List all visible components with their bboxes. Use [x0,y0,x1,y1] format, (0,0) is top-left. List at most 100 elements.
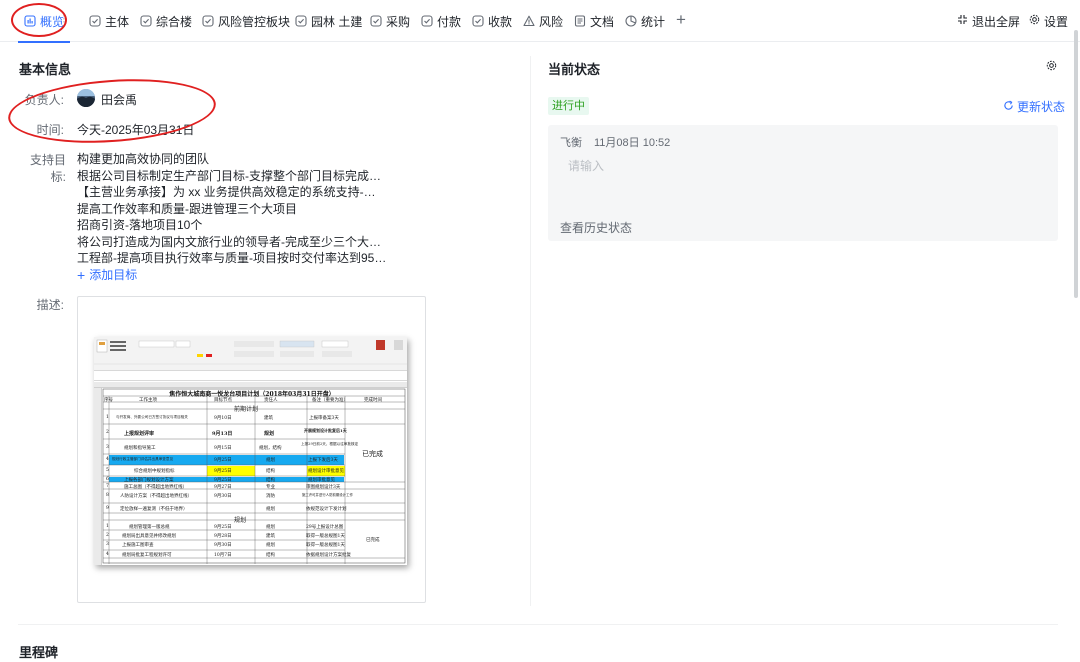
tab-bar: 概览 ⁝ 主体 综合楼 风险管控板块 园林 土建 采购 付款 收款 风险 文档 … [0,0,1080,43]
tab-procurement[interactable]: 采购 [370,0,410,42]
owner-name[interactable]: 田会禹 [101,91,137,108]
tab-payment[interactable]: 付款 [421,0,461,42]
sheet-cell: 1 [106,415,109,420]
sheet-cell: 人防设计方案（不得超出地界红线） [120,494,192,499]
sheet-cell: 依据规划设计方案批复 [306,553,351,558]
add-tab-button[interactable]: + [672,10,690,29]
owner-label: 负责人: [24,93,64,107]
tab-complex-building[interactable]: 综合楼 [140,0,192,42]
sheet-cell: 专业 [266,485,275,490]
tab-label: 综合楼 [156,14,193,29]
sheet-cell: 取得一版总规图1天 [306,534,345,539]
sheet-cell: 规划，结构 [259,446,282,451]
sheet-cell: 建筑 [266,534,275,539]
plus-icon: + [676,10,686,29]
tab-label: 付款 [437,14,462,29]
sheet-cell: 规划局批复工程规划许可 [122,553,172,558]
settings-label: 设置 [1044,14,1069,29]
spreadsheet-section: 前期计划 [234,406,259,413]
tab-label: 园林 土建 [311,14,363,29]
add-goal-button[interactable]: + 添加目标 [77,267,387,284]
sheet-cell: 建筑 [264,416,273,421]
tab-label: 文档 [590,14,615,29]
sheet-cell: 7 [106,484,109,489]
tab-overview[interactable]: 概览 [17,0,71,43]
tab-statistics[interactable]: 统计 [625,0,665,42]
goal-item[interactable]: 提高工作效率和质量-跟进管理三个大项目 [77,201,387,218]
avatar[interactable] [77,89,95,107]
update-status-button[interactable]: 更新状态 [1003,98,1065,115]
exit-fullscreen-button[interactable]: 退出全屏 [957,0,1020,42]
view-history-link[interactable]: 查看历史状态 [560,219,632,236]
page-scrollbar[interactable] [1074,30,1078,298]
description-box[interactable]: 焦作恒大城南商一悦龙台项目计划（2018年03月31日开盘） 序号 工作主项 目… [77,296,426,603]
settings-button[interactable]: 设置 [1029,0,1068,42]
spreadsheet-header: 序号 [104,398,113,403]
goal-item[interactable]: 工程部-提高项目执行效率与质量-项目按时交付率达到95%以... [77,250,387,267]
sheet-cell: 结构 [266,469,275,474]
sheet-cell: 规划审批意见 [308,478,335,483]
sheet-cell: 上报各部门规划设计方案 [124,478,174,483]
sheet-cell: 9月30日 [214,543,232,548]
goal-item[interactable]: 招商引资-落地项目10个 [77,217,387,234]
check-square-icon [295,15,307,27]
status-card: 飞衡 11月08日 10:52 请输入 查看历史状态 [548,125,1058,241]
add-goal-label: 添加目标 [89,267,138,282]
sheet-cell: 4 [106,457,109,462]
sheet-cell: 与开发商、外委公司已方签订协议与项目相关 [116,415,188,419]
refresh-icon [1003,100,1014,114]
tab-subject[interactable]: 主体 [89,0,129,42]
tab-landscape-civil[interactable]: 园林 土建 [295,0,362,42]
current-status-title: 当前状态 [548,62,601,77]
goal-item[interactable]: 根据公司目标制定生产部门目标-支撑整个部门目标完成的关键... [77,168,387,185]
sheet-cell: 施工许可并进行人防前期设计工作 [302,493,353,497]
tab-label: 主体 [105,14,130,29]
status-settings-button[interactable] [1046,60,1057,74]
status-timestamp: 11月08日 10:52 [594,137,671,149]
tab-label: 统计 [641,14,666,29]
sheet-cell: 取得一版总规图1天 [306,543,345,548]
gear-icon [1029,14,1040,28]
time-value[interactable]: 今天-2025年03月31日 [77,121,194,138]
sheet-cell: 规划和指导施工 [124,446,156,451]
tab-documents[interactable]: 文档 [574,0,614,42]
spreadsheet-ribbon [94,337,407,371]
basic-info-title: 基本信息 [19,62,72,77]
sheet-cell: 规划 [266,458,275,463]
column-divider [530,56,531,606]
sheet-cell: 上报施工图审查 [122,543,154,548]
sheet-cell: 规划 [266,507,275,512]
goal-list: 构建更加高效协同的团队 根据公司目标制定生产部门目标-支撑整个部门目标完成的关键… [77,151,387,283]
tab-risk-control[interactable]: 风险管控板块 [202,0,290,42]
spreadsheet-image[interactable]: 焦作恒大城南商一悦龙台项目计划（2018年03月31日开盘） 序号 工作主项 目… [94,337,407,565]
spreadsheet-header: 备注（重要为准） [312,398,348,403]
sheet-cell: 9月25日 [214,525,232,530]
sheet-cell: 9月25日 [214,478,232,483]
sheet-cell: 规划 [266,525,275,530]
exit-fullscreen-label: 退出全屏 [972,14,1021,29]
sheet-cell: 消防 [266,494,275,499]
chart-pie-icon [625,15,637,27]
spreadsheet-formula-bar [94,372,407,381]
sheet-cell: 规划局出具意见并修改规划 [122,534,176,539]
check-square-icon [140,15,152,27]
sheet-cell: 9月15日 [214,446,232,451]
sheet-cell: 上报规划评审 [124,431,155,437]
sheet-cell: 9月13日 [212,431,233,437]
goal-item[interactable]: 构建更加高效协同的团队 [77,151,387,168]
warning-triangle-icon [523,15,535,27]
check-square-icon [421,15,433,27]
tab-risk[interactable]: 风险 [523,0,563,42]
sheet-cell: 5 [106,468,109,473]
section-divider [18,624,1058,625]
sheet-cell: 10月7日 [214,553,232,558]
sheet-cell: 9月28日 [214,534,232,539]
status-input[interactable]: 请输入 [568,157,604,174]
tab-receipt[interactable]: 收款 [472,0,512,42]
sheet-cell: 规划设计审批意见 [308,469,344,474]
goals-label: 支持目标: [29,153,66,184]
sheet-cell: 9月25日 [214,458,232,463]
goal-item[interactable]: 【主营业务承接】为 xx 业务提供高效稳定的系统支持-创建 xx ... [77,184,387,201]
sheet-status: 已完成 [362,450,383,458]
goal-item[interactable]: 将公司打造成为国内文旅行业的领导者-完成至少三个大型文旅... [77,234,387,251]
